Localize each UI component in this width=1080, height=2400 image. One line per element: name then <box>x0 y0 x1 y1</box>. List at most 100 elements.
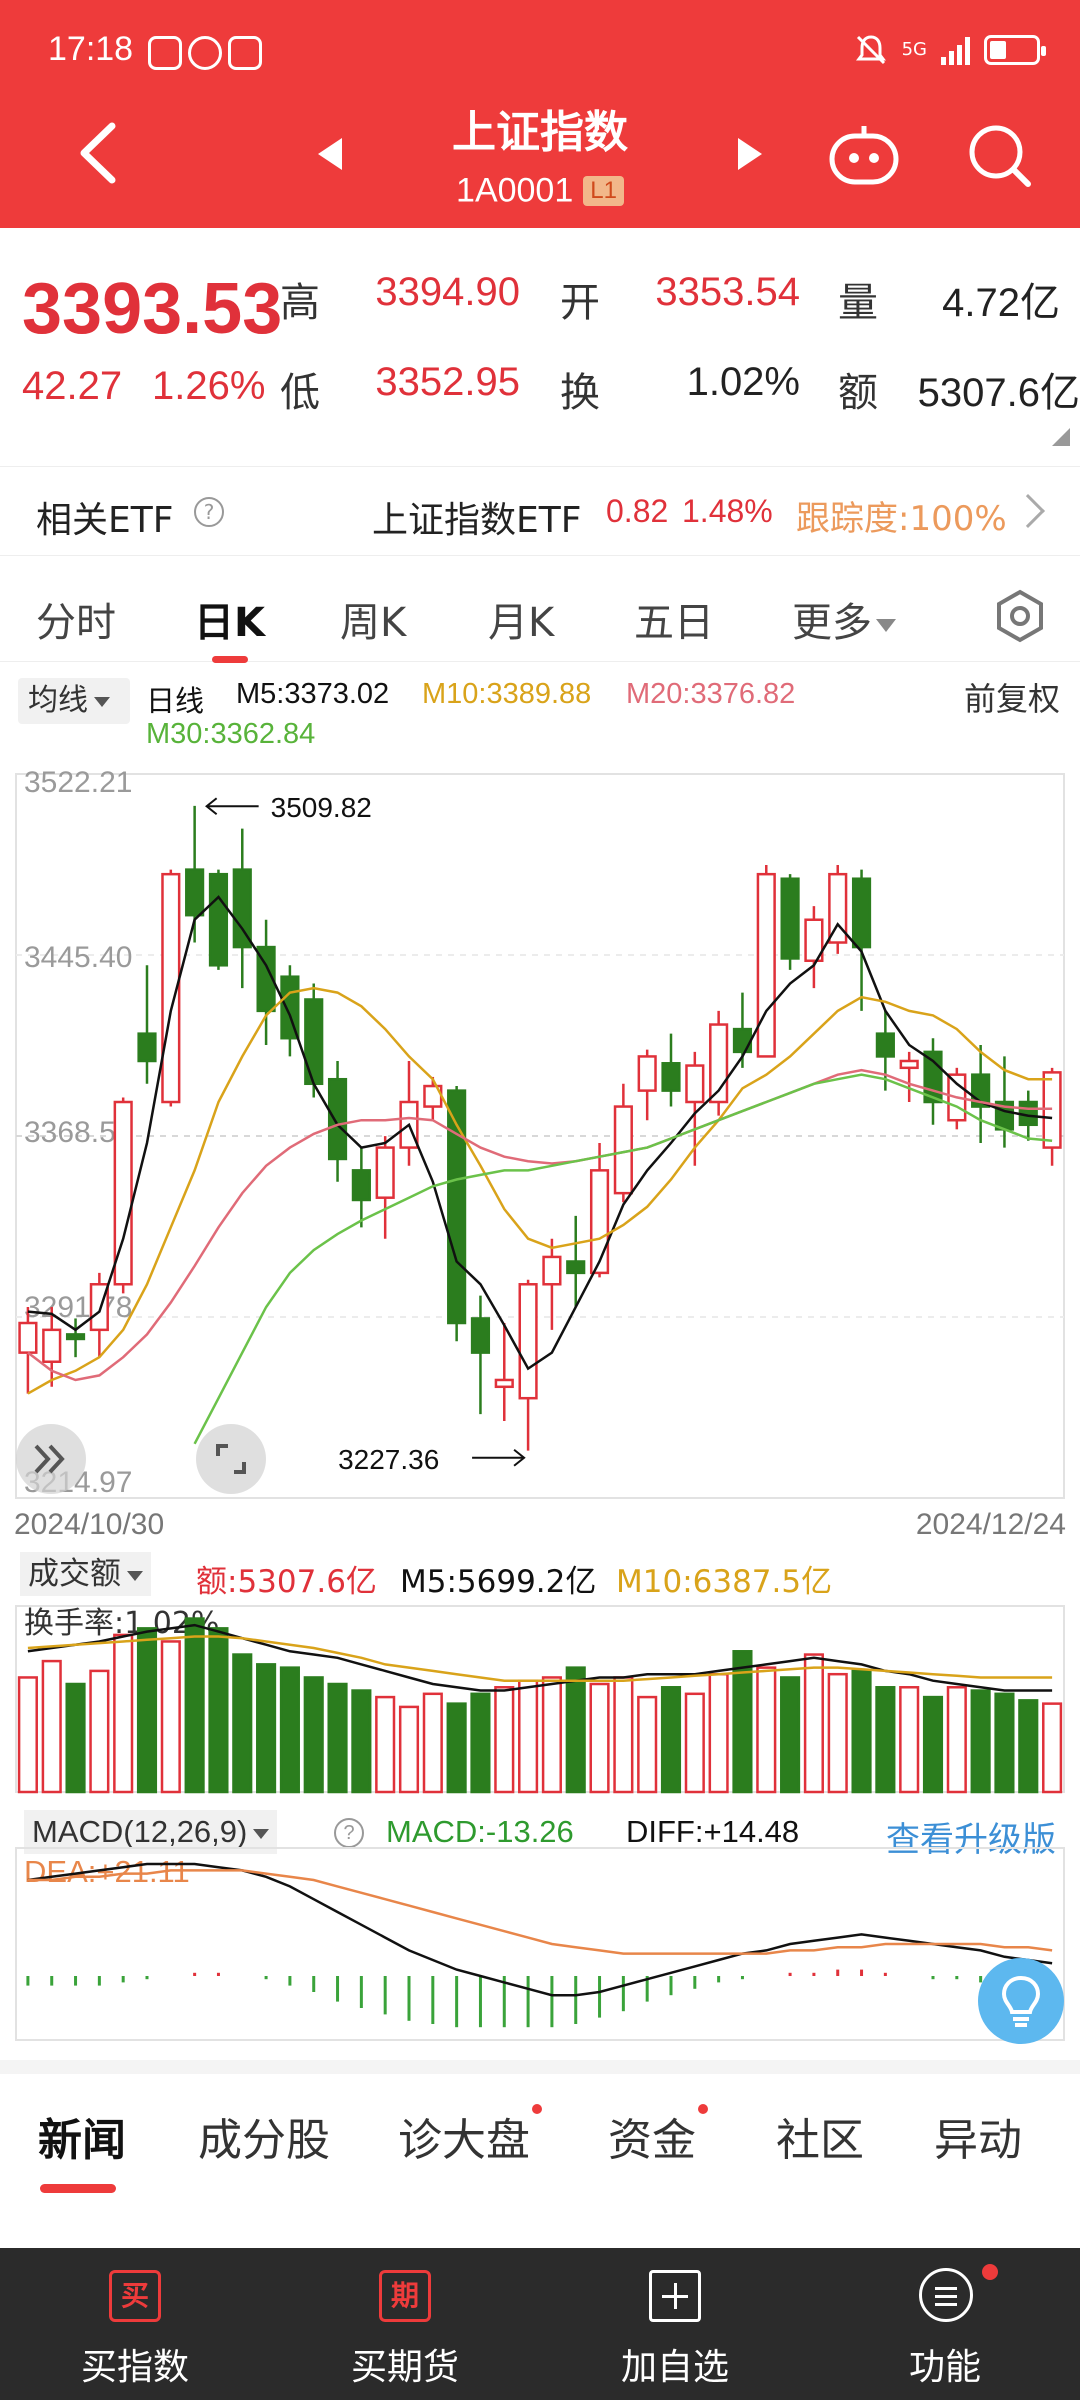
high-value: 3394.90 <box>375 270 520 314</box>
candle-body <box>327 1077 348 1161</box>
volume-bar <box>922 1695 944 1794</box>
candle-body <box>518 1283 538 1400</box>
y-tick-label: 3291.78 <box>24 1291 132 1324</box>
functions-label: 功能 <box>908 2347 981 2388</box>
expand-button[interactable] <box>16 1424 86 1494</box>
tab-diagnosis[interactable]: 诊大盘 <box>398 2104 530 2168</box>
tab-five-day[interactable]: 五日 <box>634 590 714 648</box>
tab-funds[interactable]: 资金 <box>608 2104 696 2168</box>
tab-weekly-k[interactable]: 周K <box>340 590 406 648</box>
volume-bar <box>256 1663 277 1794</box>
buy-index-button[interactable]: 买 买指数 <box>0 2248 270 2400</box>
macd-chart[interactable] <box>0 1844 1080 2044</box>
status-time: 17:18 <box>48 30 134 68</box>
y-tick-label: 3445.40 <box>24 941 132 974</box>
next-stock-icon[interactable] <box>738 138 762 170</box>
volume-label: 量 <box>838 280 878 326</box>
lightbulb-icon <box>1001 1975 1041 2027</box>
network-label: 5G <box>901 39 927 60</box>
back-icon[interactable] <box>70 118 130 188</box>
volume-bar <box>851 1669 872 1794</box>
volume-bar <box>232 1653 253 1794</box>
new-dot <box>532 2104 542 2114</box>
fullscreen-button[interactable] <box>196 1424 266 1494</box>
turnover-label: 换 <box>560 370 600 416</box>
etf-tracking: 跟踪度:100% <box>796 499 1007 539</box>
plus-icon <box>649 2270 701 2322</box>
settings-hex-icon[interactable] <box>992 588 1048 644</box>
candle-body <box>899 1059 919 1070</box>
news-tabs: 新闻 成分股 诊大盘 资金 社区 异动 <box>0 2060 1080 2193</box>
etf-label: 相关ETF <box>36 500 174 541</box>
functions-button[interactable]: 功能 <box>810 2248 1080 2400</box>
expand-corner-icon[interactable] <box>1052 428 1070 446</box>
volume-chart[interactable] <box>0 1600 1080 1800</box>
legend-m10: M10:3389.88 <box>422 678 592 710</box>
new-dot <box>698 2104 708 2114</box>
tab-daily-k[interactable]: 日K <box>194 590 265 648</box>
related-etf-row[interactable]: 相关ETF ? 上证指数ETF 0.82 1.48% 跟踪度:100% <box>0 466 1080 556</box>
tab-news[interactable]: 新闻 <box>38 2104 126 2168</box>
adjust-mode[interactable]: 前复权 <box>964 674 1060 720</box>
volume-bar <box>184 1617 205 1794</box>
volume-bar <box>803 1653 824 1794</box>
candle-body <box>494 1378 514 1389</box>
low-annotation: 3227.36 <box>338 1444 439 1475</box>
candle-body <box>756 872 776 1058</box>
tab-more-label: 更多 <box>792 600 872 646</box>
mute-bell-icon <box>855 35 886 65</box>
volume-bar <box>398 1705 420 1794</box>
tab-components[interactable]: 成分股 <box>198 2104 330 2168</box>
add-watchlist-label: 加自选 <box>620 2347 729 2388</box>
candle-body <box>208 872 229 967</box>
volume-bar <box>946 1686 967 1794</box>
tab-more[interactable]: 更多 <box>792 590 896 648</box>
volume-bar <box>660 1686 682 1794</box>
end-date: 2024/12/24 <box>915 1508 1066 1541</box>
stock-code: 1A0001 L1 <box>340 170 740 211</box>
candle-body <box>375 1146 395 1199</box>
kline-chart[interactable]: 3522.213445.403368.593291.783214.973509.… <box>0 756 1080 1502</box>
volume-selector[interactable]: 成交额 <box>20 1552 151 1596</box>
code-text: 1A0001 <box>456 171 574 210</box>
help-icon[interactable]: ? <box>194 497 224 527</box>
volume-bar <box>780 1676 801 1794</box>
candle-body <box>304 998 324 1086</box>
start-date: 2024/10/30 <box>14 1508 165 1541</box>
volume-bar <box>1042 1702 1063 1794</box>
ma-selector[interactable]: 均线 <box>18 678 130 724</box>
tips-button[interactable] <box>978 1958 1064 2044</box>
volume-m10-line <box>27 1635 1053 1682</box>
chevron-right-icon[interactable] <box>1011 494 1045 528</box>
robot-icon[interactable] <box>826 118 902 194</box>
volume-bar <box>756 1666 777 1794</box>
tab-intraday[interactable]: 分时 <box>36 590 116 648</box>
volume-bar <box>17 1676 38 1794</box>
candle-body <box>566 1260 586 1275</box>
signal-icon <box>941 35 970 65</box>
search-icon[interactable] <box>964 118 1034 194</box>
add-watchlist-button[interactable]: 加自选 <box>540 2248 810 2400</box>
tab-community[interactable]: 社区 <box>776 2104 864 2168</box>
price-change: 42.27 <box>22 364 123 408</box>
price-change-pct: 1.26% <box>152 364 266 408</box>
prev-stock-icon[interactable] <box>318 138 342 170</box>
status-bar: 17:18 5G <box>0 0 1080 104</box>
volume-bar <box>65 1682 86 1794</box>
volume-bar <box>136 1627 158 1794</box>
candle-body <box>661 1062 681 1092</box>
legend-period: 日线 <box>146 684 205 718</box>
buy-futures-button[interactable]: 期 买期货 <box>270 2248 540 2400</box>
volume-bar <box>351 1689 372 1794</box>
browser-icon <box>188 36 222 70</box>
tab-movement[interactable]: 异动 <box>934 2104 1022 2168</box>
etf-price: 0.82 <box>606 493 669 529</box>
tab-monthly-k[interactable]: 月K <box>488 590 554 648</box>
volume-bar <box>970 1689 991 1794</box>
chevron-down-icon <box>253 1828 270 1839</box>
weibo-icon <box>148 36 182 70</box>
stock-detail-page: 17:18 5G 上证指数 1A0001 L1 3393.53 42.27 1.… <box>0 0 1080 2400</box>
buy-icon: 买 <box>109 2270 161 2322</box>
double-chevron-icon <box>34 1444 65 1474</box>
candle-body <box>851 877 872 949</box>
